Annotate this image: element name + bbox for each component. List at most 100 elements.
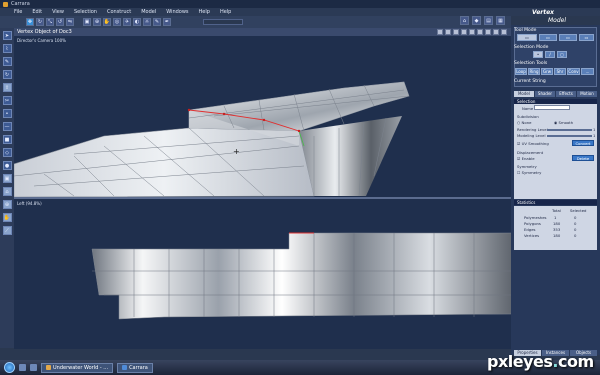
menu-help-2[interactable]: Help — [220, 9, 231, 15]
sel-tool-ring[interactable]: Ring — [528, 68, 540, 75]
start-button[interactable] — [4, 362, 15, 373]
select-tool-icon[interactable]: ➤ — [2, 31, 12, 40]
eyedropper-tool-icon[interactable]: ✒ — [163, 18, 171, 26]
tool-mode-face-icon[interactable]: ▭ — [559, 34, 577, 41]
tab-shader[interactable]: Shader — [535, 91, 555, 97]
tool-mode-select-icon[interactable]: ▭ — [517, 34, 537, 41]
enable-displacement-checkbox[interactable]: ☑ Enable — [517, 156, 535, 161]
move-tool-icon[interactable]: ✥ — [26, 18, 34, 26]
bevel-tool-icon[interactable]: ◇ — [2, 148, 12, 157]
viewport-camera-icon[interactable] — [461, 29, 467, 35]
viewport-lock-icon[interactable] — [469, 29, 475, 35]
edge-tool-icon[interactable]: — — [2, 122, 12, 131]
viewport-fit-icon[interactable] — [485, 29, 491, 35]
tool-mode-object-icon[interactable]: ▭ — [579, 34, 594, 41]
render-tool-icon[interactable]: ◐ — [133, 18, 141, 26]
menu-windows[interactable]: Windows — [166, 9, 188, 15]
paint-tool-icon[interactable]: ✎ — [153, 18, 161, 26]
uv-smoothing-checkbox[interactable]: ☑ UV Smoothing — [517, 141, 549, 146]
menu-edit[interactable]: Edit — [32, 9, 42, 15]
tab-model[interactable]: Model — [514, 91, 534, 97]
camera-tool-icon[interactable]: ▣ — [83, 18, 91, 26]
viewport-close-icon[interactable] — [501, 29, 507, 35]
statistics-section-header[interactable]: Statistics — [514, 200, 597, 205]
name-label: Name — [522, 106, 534, 111]
hull-mesh-perspective: + — [14, 81, 410, 197]
tool-mode-edge-icon[interactable]: ▭ — [539, 34, 557, 41]
viewport-render-icon[interactable] — [477, 29, 483, 35]
tab-effects[interactable]: Effects — [556, 91, 576, 97]
subdivision-label: Subdivision — [517, 114, 539, 119]
twist-tool-icon[interactable]: ↺ — [56, 18, 64, 26]
face-tool-icon[interactable]: ■ — [2, 135, 12, 144]
sphere-tool-icon[interactable]: ● — [2, 161, 12, 170]
menu-help[interactable]: Help — [199, 9, 210, 15]
subdivision-smooth-option[interactable]: ◉ Smooth — [554, 120, 573, 125]
symmetry-checkbox[interactable]: ☐ Symmetry — [517, 170, 541, 175]
viewport-maximize-icon[interactable] — [493, 29, 499, 35]
fly-tool-icon[interactable]: ✈ — [123, 18, 131, 26]
left-viewport[interactable]: Left (94.8%) — [14, 199, 511, 349]
sel-tool-convert[interactable]: Conv — [567, 68, 580, 75]
quicklaunch-icon-2[interactable] — [30, 364, 37, 371]
extrude-tool-icon[interactable]: ⇧ — [2, 83, 12, 92]
viewport-layout-icon[interactable] — [437, 29, 443, 35]
menu-model[interactable]: Model — [141, 9, 156, 15]
pan-tool-icon[interactable]: ✋ — [103, 18, 111, 26]
sel-tool-loop[interactable]: Loop — [515, 68, 527, 75]
measure-tool-icon[interactable]: ⟋ — [2, 226, 12, 235]
viewport-grid-icon[interactable] — [445, 29, 451, 35]
storyboard-room-icon[interactable]: ▤ — [484, 16, 493, 25]
stats-label: Polymeshes — [524, 215, 547, 220]
sel-tool-grow[interactable]: Grw — [541, 68, 553, 75]
subdivision-none-option[interactable]: ○ None — [517, 120, 531, 125]
taskbar-item-underwater[interactable]: Underwater World - ... — [41, 362, 114, 373]
texture-room-icon[interactable]: ▦ — [496, 16, 505, 25]
select-poly-icon[interactable]: ▢ — [557, 51, 567, 58]
knife-tool-icon[interactable]: ✂ — [2, 96, 12, 105]
sel-tool-shrink[interactable]: Shr — [554, 68, 566, 75]
menu-view[interactable]: View — [52, 9, 64, 15]
hand-view-icon[interactable]: ✋ — [2, 213, 12, 222]
stats-selected: 0 — [574, 227, 577, 232]
model-room-icon[interactable]: ◆ — [472, 16, 481, 25]
menu-selection[interactable]: Selection — [74, 9, 97, 15]
current-string-label: Current String — [514, 79, 546, 84]
light-tool-icon[interactable]: ☼ — [143, 18, 151, 26]
scale-tool-icon[interactable]: ⤡ — [46, 18, 54, 26]
zoom-tool-icon[interactable]: ⊕ — [93, 18, 101, 26]
modeling-level-slider[interactable] — [547, 135, 592, 137]
rotate-tool-icon[interactable]: ↻ — [36, 18, 44, 26]
viewport-title-field[interactable] — [203, 19, 243, 25]
carrara-window: Carrara File Edit View Selection Constru… — [0, 0, 600, 375]
statistics-table: Total Selected Polymeshes 1 0 Polygons 1… — [514, 206, 597, 250]
camera-view-icon[interactable]: ▣ — [2, 174, 12, 183]
select-vertex-icon[interactable]: • — [533, 51, 543, 58]
menu-file[interactable]: File — [14, 9, 22, 15]
link-tool-icon[interactable]: ⇋ — [66, 18, 74, 26]
quicklaunch-icon[interactable] — [19, 364, 26, 371]
orbit-tool-icon[interactable]: ◎ — [113, 18, 121, 26]
rendering-level-slider[interactable] — [547, 129, 592, 131]
lock-view-icon[interactable]: ⌂ — [2, 187, 12, 196]
tab-motion[interactable]: Motion — [577, 91, 597, 97]
convert-button[interactable]: Convert — [572, 140, 594, 146]
vertex-tool-icon[interactable]: • — [2, 109, 12, 118]
stats-total: 353 — [553, 227, 561, 232]
zoom-view-icon[interactable]: ⊕ — [2, 200, 12, 209]
panel-tabs: Model Shader Effects Motion — [514, 91, 597, 97]
spin-tool-icon[interactable]: ↻ — [2, 70, 12, 79]
menu-construct[interactable]: Construct — [107, 9, 131, 15]
perspective-viewport[interactable]: Director's Camera 100% + — [14, 36, 511, 197]
table-row: Polymeshes 1 0 — [514, 215, 597, 220]
viewport-shading-icon[interactable] — [453, 29, 459, 35]
taskbar-item-carrara[interactable]: Carrara — [117, 362, 153, 373]
workspace-label: Vertex — [532, 9, 555, 16]
sel-tool-more[interactable]: ... — [581, 68, 594, 75]
select-edge-icon[interactable]: / — [545, 51, 555, 58]
name-field[interactable] — [534, 105, 570, 110]
lasso-tool-icon[interactable]: ⌇ — [2, 44, 12, 53]
delete-button[interactable]: Delete — [572, 155, 594, 161]
assemble-room-icon[interactable]: ⌂ — [460, 16, 469, 25]
paint-select-icon[interactable]: ✎ — [2, 57, 12, 66]
